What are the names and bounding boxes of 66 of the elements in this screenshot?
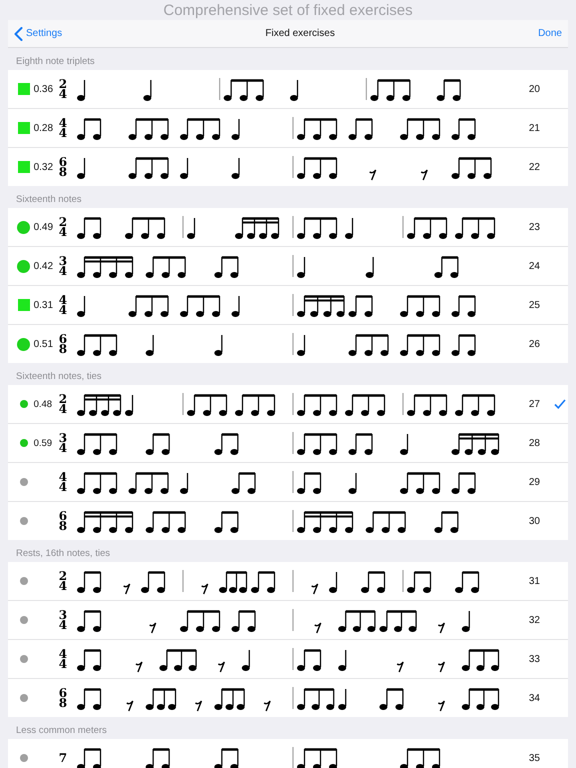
time-signature-digit: 3 xyxy=(58,256,68,266)
time-signature-digit: 4 xyxy=(58,472,68,482)
time-signature-digit: 8 xyxy=(58,521,68,531)
exercise-number: 30 xyxy=(528,516,541,526)
time-signature-digit: 2 xyxy=(58,79,68,89)
exercise-number: 23 xyxy=(528,222,541,232)
time-signature-digit: 2 xyxy=(58,217,68,227)
time-signature-digit: 4 xyxy=(58,89,68,99)
score-value: 0.49 xyxy=(34,222,54,232)
time-signature-digit: 2 xyxy=(58,394,68,404)
time-signature-digit: 4 xyxy=(58,128,68,138)
section-header: Eighth note triplets xyxy=(15,55,96,69)
time-signature-digit: 4 xyxy=(58,305,68,315)
time-signature-digit: 8 xyxy=(58,344,68,354)
time-signature-digit: 4 xyxy=(58,620,68,630)
time-signature-digit: 4 xyxy=(58,443,68,453)
time-signature-digit: 6 xyxy=(58,157,68,167)
section-header: Sixteenth notes xyxy=(15,193,82,207)
score-value: 0.32 xyxy=(34,162,54,172)
section-header: Less common meters xyxy=(15,724,108,738)
time-signature-digit: 3 xyxy=(58,610,68,620)
time-signature-digit: 4 xyxy=(58,404,68,414)
exercise-number: 20 xyxy=(528,84,541,94)
exercise-number: 33 xyxy=(528,654,541,664)
score-value: 0.31 xyxy=(34,300,54,310)
time-signature-digit: 4 xyxy=(58,581,68,591)
chevron-left-icon xyxy=(14,26,23,40)
score-value: 0.28 xyxy=(34,122,54,134)
time-signature-digit: 4 xyxy=(58,266,68,276)
time-signature-digit: 2 xyxy=(58,571,68,581)
exercise-number: 31 xyxy=(528,576,541,586)
nav-title: Fixed exercises xyxy=(265,28,335,39)
score-value: 0.51 xyxy=(34,338,54,350)
exercise-number: 21 xyxy=(528,122,541,134)
time-signature-digit: 8 xyxy=(58,698,68,708)
time-signature-digit: 4 xyxy=(58,482,68,492)
exercise-number: 26 xyxy=(528,338,541,350)
score-value: 0.48 xyxy=(34,398,54,410)
exercise-number: 32 xyxy=(528,614,541,626)
time-signature-digit: 3 xyxy=(58,433,68,443)
screen-title: Comprehensive set of fixed exercises xyxy=(162,1,414,20)
back-button[interactable]: Settings xyxy=(14,26,62,40)
time-signature-digit: 4 xyxy=(58,227,68,237)
done-button[interactable]: Done xyxy=(538,28,562,39)
score-value: 0.36 xyxy=(34,84,54,94)
time-signature-digit: 7 xyxy=(58,753,68,763)
section-header: Rests, 16th notes, ties xyxy=(15,547,111,561)
exercise-number: 34 xyxy=(528,692,541,704)
exercise-number: 28 xyxy=(528,438,541,448)
exercise-number: 25 xyxy=(528,300,541,310)
time-signature-digit: 4 xyxy=(58,118,68,128)
time-signature-digit: 4 xyxy=(58,295,68,305)
score-value: 0.59 xyxy=(34,438,54,448)
exercise-number: 35 xyxy=(528,752,541,764)
time-signature-digit: 4 xyxy=(58,649,68,659)
exercise-number: 24 xyxy=(528,260,541,272)
time-signature-digit: 6 xyxy=(58,334,68,344)
time-signature-digit: 4 xyxy=(58,659,68,669)
exercise-number: 22 xyxy=(528,162,541,172)
time-signature-digit: 8 xyxy=(58,167,68,177)
score-value: 0.42 xyxy=(34,260,54,272)
exercise-number: 27 xyxy=(528,398,541,410)
exercise-number: 29 xyxy=(528,476,541,488)
time-signature-digit: 6 xyxy=(58,511,68,521)
section-header: Sixteenth notes, ties xyxy=(15,370,103,384)
time-signature-digit: 6 xyxy=(58,688,68,698)
